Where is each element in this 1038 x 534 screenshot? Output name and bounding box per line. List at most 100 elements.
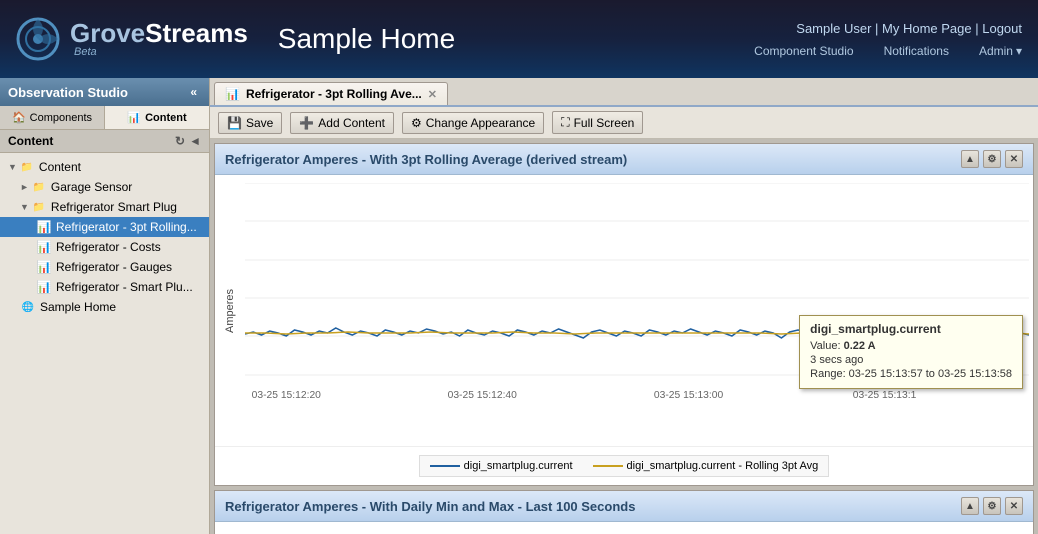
tree-label: Refrigerator - Gauges — [56, 260, 172, 274]
notifications-link[interactable]: Notifications — [884, 44, 949, 58]
folder-icon: 📁 — [31, 179, 47, 195]
sidebar-refresh-button[interactable]: ↻ — [175, 134, 185, 148]
logo-streams: Streams — [145, 18, 248, 48]
legend-line-blue — [430, 465, 460, 467]
chart-title-minmax: Refrigerator Amperes - With Daily Min an… — [225, 499, 635, 514]
components-icon: 🏠 — [12, 111, 26, 124]
add-content-label: Add Content — [318, 116, 385, 130]
admin-dropdown[interactable]: Admin ▾ — [979, 44, 1022, 58]
chart-body-rolling: Amperes 1 0.8 — [215, 175, 1033, 446]
tab-rolling[interactable]: 📊 Refrigerator - 3pt Rolling Ave... ✕ — [214, 82, 448, 105]
sidebar-content-header: Content ↻ ◄ — [0, 130, 209, 153]
content-tab-icon: 📊 — [127, 111, 141, 124]
svg-text:03-25 15:13:1: 03-25 15:13:1 — [853, 390, 917, 401]
chart-icon: 📊 — [36, 259, 52, 275]
sidebar-item-garage-sensor[interactable]: ► 📁 Garage Sensor — [0, 177, 209, 197]
my-home-page-link[interactable]: My Home Page — [882, 21, 972, 36]
tab-content[interactable]: 📊 Content — [105, 106, 209, 129]
main-layout: Observation Studio « 🏠 Components 📊 Cont… — [0, 78, 1038, 534]
chart-area-minmax: 14 12 — [245, 522, 1033, 534]
content-section-label: Content — [8, 134, 53, 148]
chart-title-rolling: Refrigerator Amperes - With 3pt Rolling … — [225, 152, 627, 167]
chart-controls-minmax: ▲ ⚙ ✕ — [961, 497, 1023, 515]
svg-text:03-25 15:13:00: 03-25 15:13:00 — [654, 390, 724, 401]
admin-chevron-icon: ▾ — [1016, 44, 1022, 58]
chart-tooltip: digi_smartplug.current Value: 0.22 A 3 s… — [799, 315, 1023, 389]
sidebar-collapse-button[interactable]: « — [186, 83, 201, 101]
toggle-icon: ▼ — [8, 162, 17, 172]
sidebar-item-ref-rolling[interactable]: 📊 Refrigerator - 3pt Rolling... — [0, 217, 209, 237]
tab-label: Refrigerator - 3pt Rolling Ave... — [246, 87, 422, 101]
chart-icon: 📊 — [36, 219, 52, 235]
save-label: Save — [246, 116, 273, 130]
tree-label: Refrigerator - 3pt Rolling... — [56, 220, 197, 234]
chart-close-button[interactable]: ✕ — [1005, 150, 1023, 168]
app-header: GroveStreams Beta Sample Home Sample Use… — [0, 0, 1038, 78]
component-studio-link[interactable]: Component Studio — [754, 44, 853, 58]
chart-controls: ▲ ⚙ ✕ — [961, 150, 1023, 168]
chart-minimize-button[interactable]: ▲ — [961, 150, 979, 168]
sidebar-item-sample-home[interactable]: 🌐 Sample Home — [0, 297, 209, 317]
sidebar-item-ref-smart-plug[interactable]: 📊 Refrigerator - Smart Plu... — [0, 277, 209, 297]
admin-label: Admin — [979, 44, 1013, 58]
toolbar: 💾 Save ➕ Add Content ⚙ Change Appearance… — [210, 107, 1038, 139]
tooltip-time-ago: 3 secs ago — [810, 354, 1012, 366]
toggle-icon: ► — [20, 182, 29, 192]
logout-link[interactable]: Logout — [982, 21, 1022, 36]
svg-text:03-25 15:12:20: 03-25 15:12:20 — [252, 390, 322, 401]
tab-close-button[interactable]: ✕ — [428, 88, 437, 101]
tree-label: Content — [39, 160, 81, 174]
user-links: Sample User | My Home Page | Logout — [754, 21, 1022, 36]
chart-body-minmax: Amperes 14 12 — [215, 522, 1033, 534]
tree-label: Garage Sensor — [51, 180, 132, 194]
nav-links: Component Studio Notifications Admin ▾ — [754, 44, 1022, 58]
appearance-icon: ⚙ — [411, 116, 422, 130]
fullscreen-icon: ⛶ — [561, 115, 569, 130]
chart-settings-button[interactable]: ⚙ — [983, 150, 1001, 168]
folder-icon: 📁 — [31, 199, 47, 215]
tab-chart-icon: 📊 — [225, 87, 240, 101]
tree-label: Refrigerator - Costs — [56, 240, 161, 254]
chart-panel-rolling: Refrigerator Amperes - With 3pt Rolling … — [214, 143, 1034, 486]
sidebar-item-ref-gauges[interactable]: 📊 Refrigerator - Gauges — [0, 257, 209, 277]
tooltip-title: digi_smartplug.current — [810, 322, 1012, 336]
logo-name: GroveStreams — [70, 20, 248, 46]
tab-content-label: Content — [145, 112, 187, 124]
chart-settings-button-minmax[interactable]: ⚙ — [983, 497, 1001, 515]
chart-minimize-button-minmax[interactable]: ▲ — [961, 497, 979, 515]
legend-item-rolling: digi_smartplug.current - Rolling 3pt Avg — [593, 460, 819, 472]
content-area: 📊 Refrigerator - 3pt Rolling Ave... ✕ 💾 … — [210, 78, 1038, 534]
sidebar-item-refrigerator-smart-plug[interactable]: ▼ 📁 Refrigerator Smart Plug — [0, 197, 209, 217]
sidebar-item-ref-costs[interactable]: 📊 Refrigerator - Costs — [0, 237, 209, 257]
tooltip-value: Value: 0.22 A — [810, 340, 1012, 352]
logo-grove: Grove — [70, 18, 145, 48]
chart-close-button-minmax[interactable]: ✕ — [1005, 497, 1023, 515]
change-appearance-button[interactable]: ⚙ Change Appearance — [402, 112, 544, 134]
chart-panel-minmax: Refrigerator Amperes - With Daily Min an… — [214, 490, 1034, 534]
save-button[interactable]: 💾 Save — [218, 112, 282, 134]
site-title: Sample Home — [278, 23, 455, 55]
chart-y-label-rolling: Amperes — [215, 175, 245, 446]
sidebar-collapse2-button[interactable]: ◄ — [189, 134, 201, 148]
logo-text: GroveStreams Beta — [70, 20, 248, 58]
chart-y-label-minmax: Amperes — [215, 522, 245, 534]
legend-label-rolling: digi_smartplug.current - Rolling 3pt Avg — [627, 460, 819, 472]
tree-label: Refrigerator Smart Plug — [51, 200, 177, 214]
logo-icon — [16, 17, 60, 61]
toggle-icon: ▼ — [20, 202, 29, 212]
tab-bar: 📊 Refrigerator - 3pt Rolling Ave... ✕ — [210, 78, 1038, 107]
header-right: Sample User | My Home Page | Logout Comp… — [754, 21, 1022, 58]
sidebar-item-content-root[interactable]: ▼ 📁 Content — [0, 157, 209, 177]
add-icon: ➕ — [299, 116, 314, 130]
add-content-button[interactable]: ➕ Add Content — [290, 112, 394, 134]
chart-panel-header-rolling: Refrigerator Amperes - With 3pt Rolling … — [215, 144, 1033, 175]
logo-beta: Beta — [74, 46, 248, 58]
sidebar: Observation Studio « 🏠 Components 📊 Cont… — [0, 78, 210, 534]
globe-icon: 🌐 — [20, 299, 36, 315]
sample-user-link[interactable]: Sample User — [796, 21, 871, 36]
sidebar-tabs: 🏠 Components 📊 Content — [0, 106, 209, 130]
full-screen-button[interactable]: ⛶ Full Screen — [552, 111, 643, 134]
charts-container: Refrigerator Amperes - With 3pt Rolling … — [210, 139, 1038, 534]
tab-components[interactable]: 🏠 Components — [0, 106, 105, 129]
folder-icon: 📁 — [19, 159, 35, 175]
